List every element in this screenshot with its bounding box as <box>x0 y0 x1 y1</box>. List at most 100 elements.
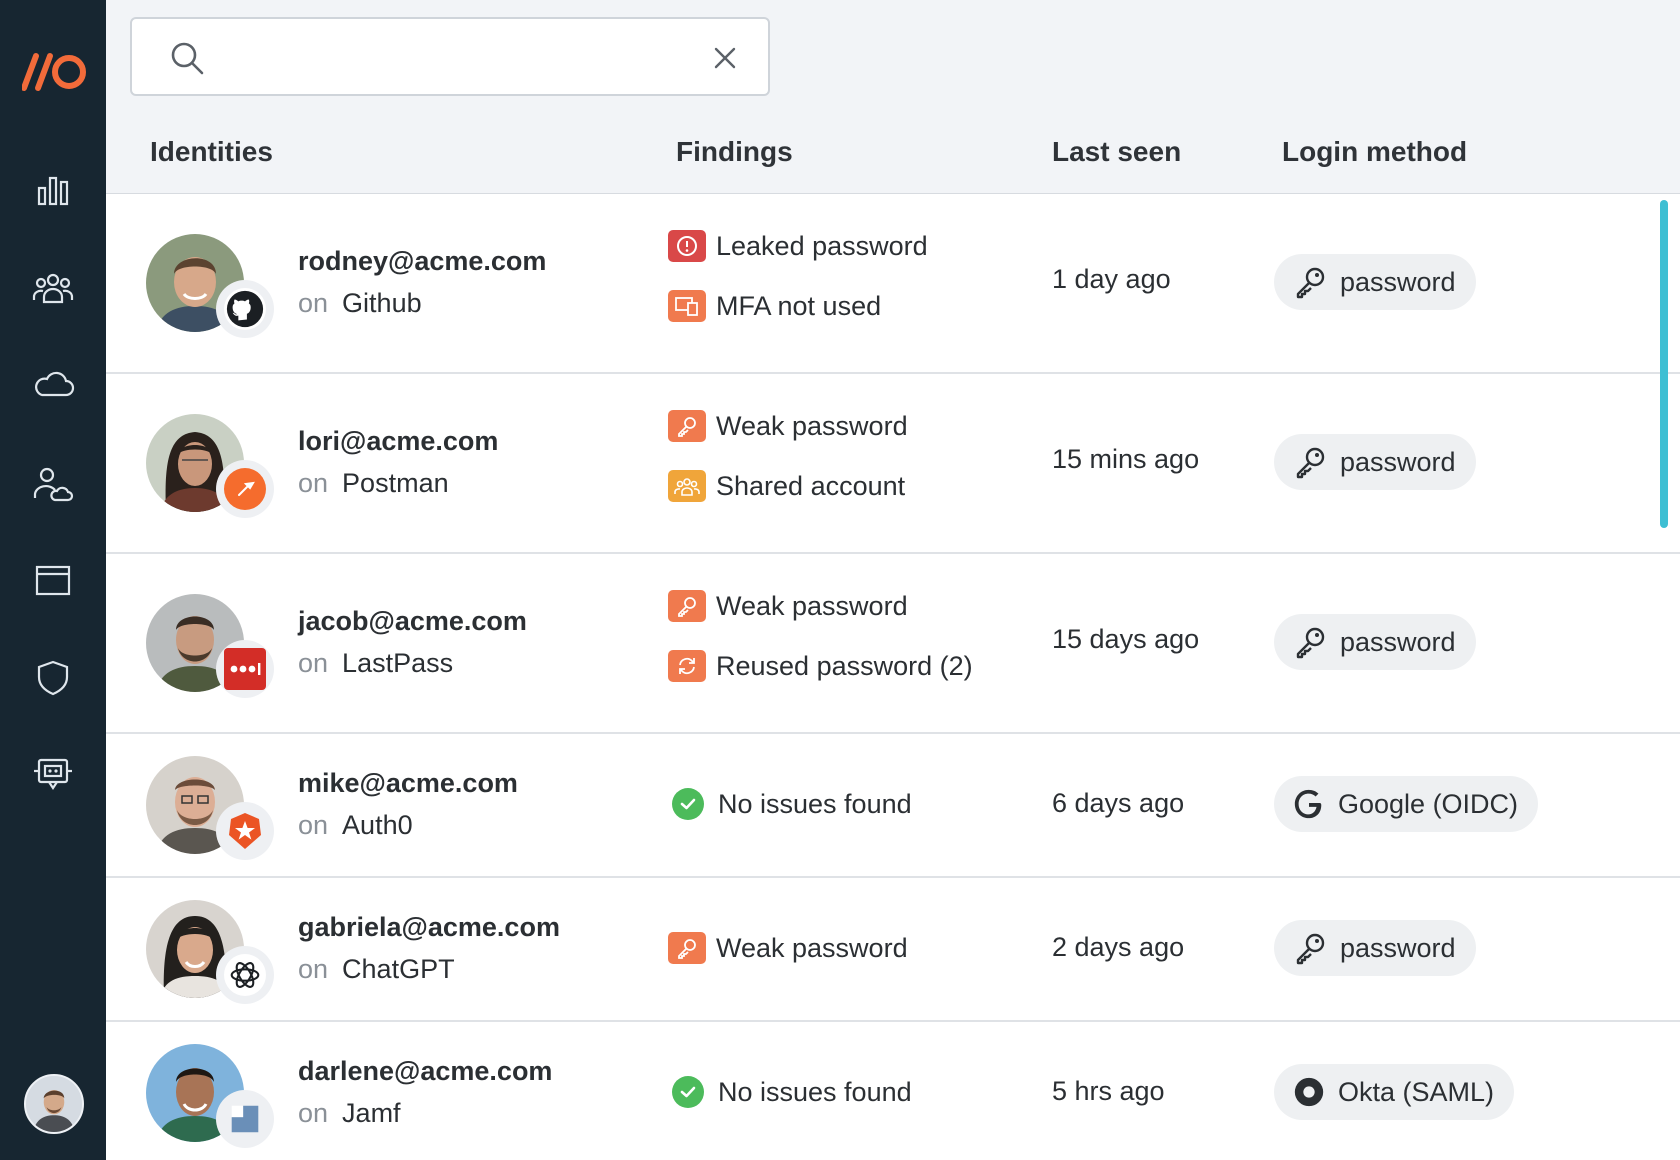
users-icon <box>668 470 706 502</box>
analytics-icon[interactable] <box>29 166 77 214</box>
user-cloud-icon[interactable] <box>29 460 77 508</box>
users-icon[interactable] <box>29 264 77 312</box>
google-icon <box>1294 789 1322 819</box>
window-icon[interactable] <box>29 556 77 604</box>
column-header-findings[interactable]: Findings <box>676 136 793 168</box>
on-label: on <box>298 288 329 318</box>
app-name: Jamf <box>342 1098 401 1128</box>
search-box[interactable] <box>130 17 770 96</box>
finding-item: Reused password (2) <box>668 650 973 682</box>
last-seen-value: 15 mins ago <box>1052 444 1200 474</box>
cloud-icon[interactable] <box>29 360 77 408</box>
table-row[interactable]: lori@acme.com on Postman Weak password Sh… <box>106 374 1680 554</box>
key-icon <box>1296 627 1325 659</box>
column-header-last-seen[interactable]: Last seen <box>1052 136 1181 168</box>
login-method-label: password <box>1340 932 1456 963</box>
identity-app: on LastPass <box>298 648 453 679</box>
last-seen-value: 1 day ago <box>1052 264 1171 294</box>
sidebar <box>0 0 106 1160</box>
on-label: on <box>298 648 329 678</box>
finding-label: MFA not used <box>716 290 882 321</box>
alert-icon <box>668 230 706 262</box>
key-icon <box>1296 447 1325 479</box>
table-row[interactable]: jacob@acme.com on LastPass Weak password … <box>106 554 1680 734</box>
app-name: LastPass <box>342 648 454 678</box>
key-icon <box>1296 267 1325 299</box>
login-method-badge[interactable]: password <box>1274 434 1476 490</box>
identity-app: on Auth0 <box>298 810 413 841</box>
column-header-identities[interactable]: Identities <box>150 136 273 168</box>
lastpass-icon <box>216 640 274 698</box>
main-panel: Identities Findings Last seen Login meth… <box>106 0 1680 1160</box>
shield-icon[interactable] <box>29 654 77 702</box>
login-method-label: password <box>1340 266 1456 297</box>
table-header-bar: Identities Findings Last seen Login meth… <box>106 0 1680 194</box>
github-icon <box>216 280 274 338</box>
table-row[interactable]: darlene@acme.com on Jamf No issues found … <box>106 1022 1680 1160</box>
check-icon <box>672 788 704 820</box>
chatgpt-icon <box>216 946 274 1004</box>
identity-email[interactable]: gabriela@acme.com <box>298 912 560 943</box>
identity-app: on Postman <box>298 468 449 499</box>
column-header-login-method[interactable]: Login method <box>1282 136 1467 168</box>
brand-logo-icon[interactable] <box>21 52 88 92</box>
on-label: on <box>298 954 329 984</box>
finding-item: Leaked password <box>668 230 928 262</box>
finding-item: No issues found <box>668 1076 912 1108</box>
finding-item: Shared account <box>668 470 905 502</box>
identity-email[interactable]: mike@acme.com <box>298 768 518 799</box>
app-name: ChatGPT <box>342 954 455 984</box>
on-label: on <box>298 468 329 498</box>
app-name: Auth0 <box>342 810 413 840</box>
login-method-badge[interactable]: Okta (SAML) <box>1274 1064 1515 1120</box>
login-method-badge[interactable]: Google (OIDC) <box>1274 776 1539 832</box>
login-method-label: password <box>1340 446 1456 477</box>
vertical-scrollbar[interactable] <box>1660 200 1668 528</box>
last-seen-value: 2 days ago <box>1052 932 1185 962</box>
identity-app: on Jamf <box>298 1098 401 1129</box>
login-method-badge[interactable]: password <box>1274 614 1476 670</box>
finding-item: MFA not used <box>668 290 881 322</box>
refresh-icon <box>668 650 706 682</box>
key-icon <box>668 590 706 622</box>
identity-email[interactable]: lori@acme.com <box>298 426 498 457</box>
login-method-label: password <box>1340 626 1456 657</box>
login-method-badge[interactable]: password <box>1274 254 1476 310</box>
last-seen-value: 5 hrs ago <box>1052 1076 1165 1106</box>
devices-icon <box>668 290 706 322</box>
postman-icon <box>216 460 274 518</box>
identity-email[interactable]: rodney@acme.com <box>298 246 546 277</box>
chat-bot-icon[interactable] <box>29 750 77 798</box>
finding-label: Weak password <box>716 932 908 963</box>
search-icon <box>171 42 204 75</box>
table-row[interactable]: rodney@acme.com on Github Leaked password… <box>106 194 1680 374</box>
login-method-badge[interactable]: password <box>1274 920 1476 976</box>
current-user-avatar[interactable] <box>24 1074 84 1134</box>
finding-item: Weak password <box>668 932 908 964</box>
jamf-icon <box>216 1090 274 1148</box>
table-row[interactable]: mike@acme.com on Auth0 No issues found 6 … <box>106 734 1680 878</box>
finding-label: Leaked password <box>716 230 928 261</box>
identity-email[interactable]: jacob@acme.com <box>298 606 527 637</box>
okta-icon <box>1294 1077 1324 1107</box>
identity-app: on Github <box>298 288 422 319</box>
finding-label: No issues found <box>718 788 912 819</box>
finding-item: Weak password <box>668 590 908 622</box>
auth0-icon <box>216 802 274 860</box>
key-icon <box>668 932 706 964</box>
on-label: on <box>298 1098 329 1128</box>
identity-email[interactable]: darlene@acme.com <box>298 1056 552 1087</box>
identity-app: on ChatGPT <box>298 954 455 985</box>
table-row[interactable]: gabriela@acme.com on ChatGPT Weak passwor… <box>106 878 1680 1022</box>
finding-item: No issues found <box>668 788 912 820</box>
finding-label: Weak password <box>716 410 908 441</box>
search-input[interactable] <box>222 33 662 81</box>
login-method-label: Okta (SAML) <box>1338 1076 1495 1107</box>
close-icon[interactable] <box>712 45 738 71</box>
finding-label: No issues found <box>718 1076 912 1107</box>
last-seen-value: 6 days ago <box>1052 788 1185 818</box>
last-seen-value: 15 days ago <box>1052 624 1200 654</box>
login-method-label: Google (OIDC) <box>1338 788 1519 819</box>
check-icon <box>672 1076 704 1108</box>
app-window: Identities Findings Last seen Login meth… <box>0 0 1680 1160</box>
